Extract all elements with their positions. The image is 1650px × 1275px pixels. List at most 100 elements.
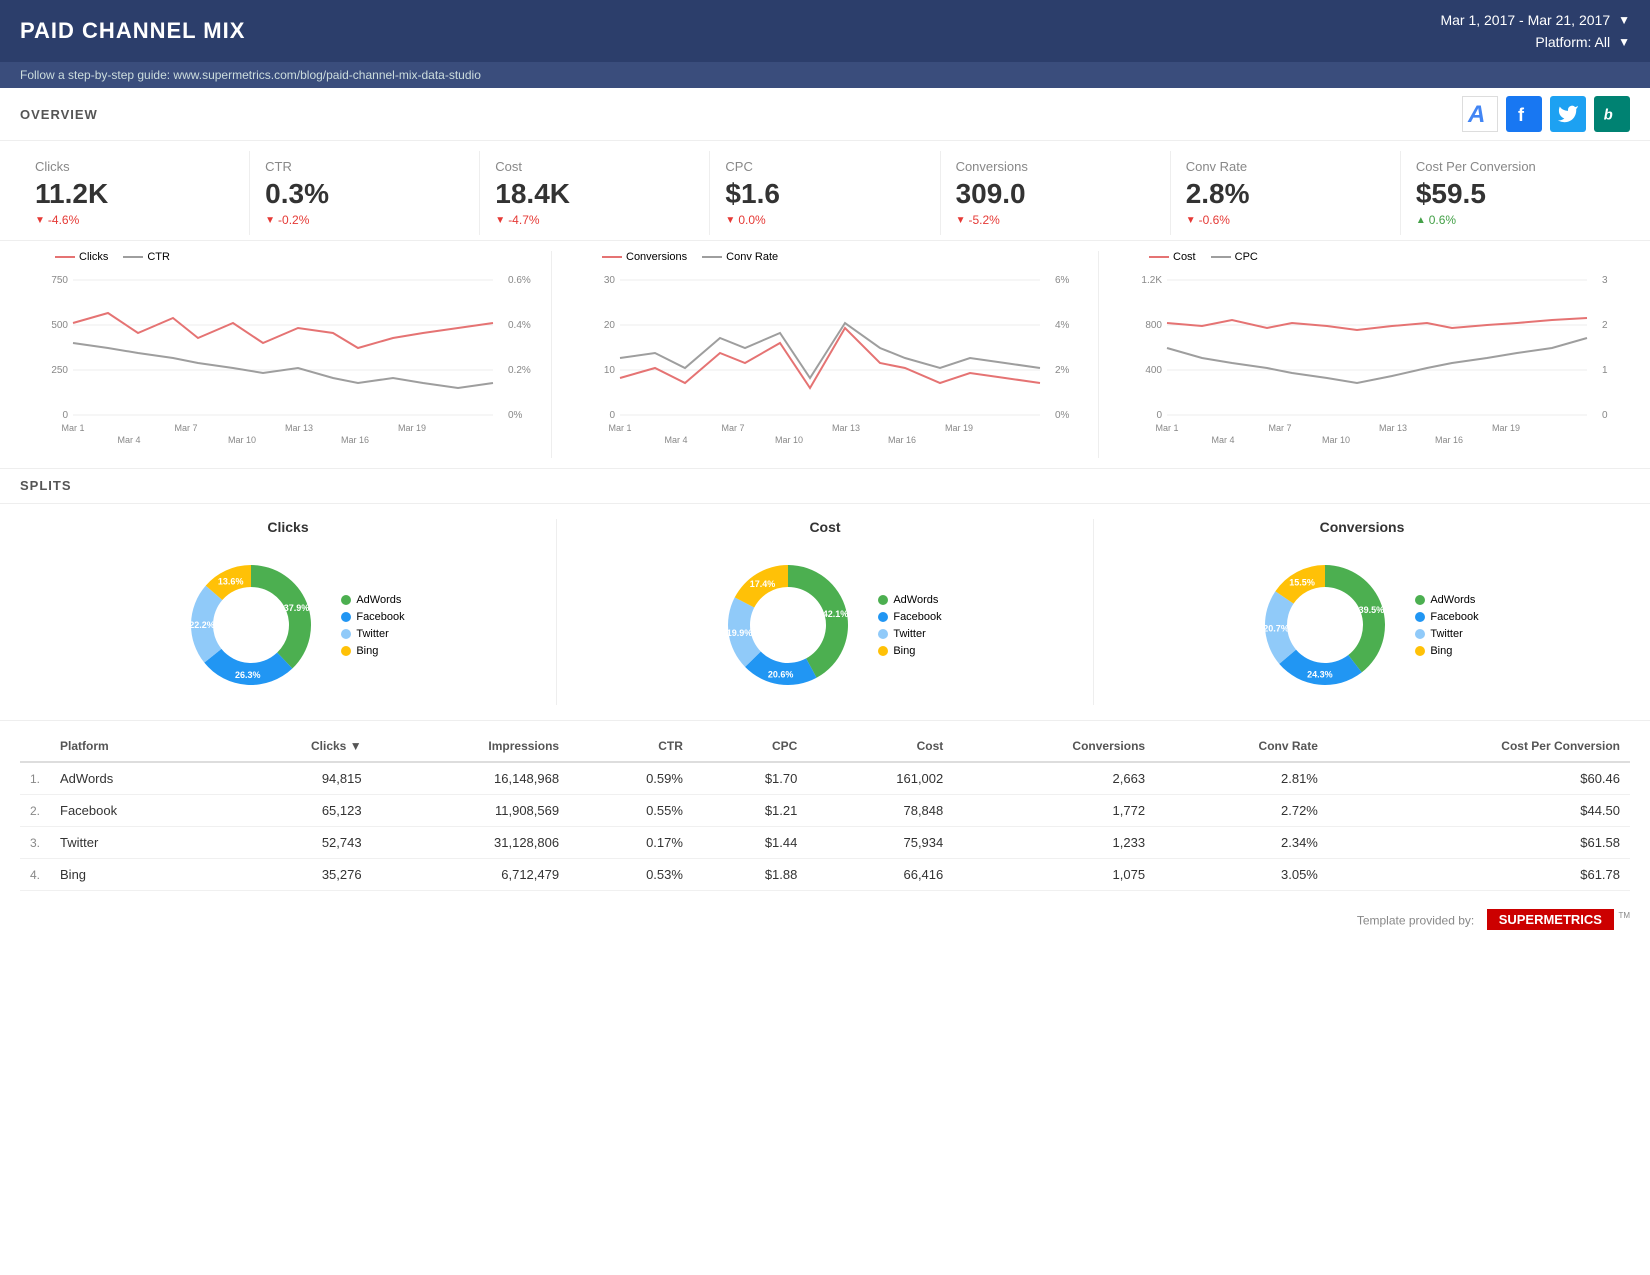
donut-title: Cost [809,519,840,535]
svg-text:Mar 10: Mar 10 [228,435,256,445]
metric-value: 2.8% [1186,178,1385,210]
metric-value: 18.4K [495,178,694,210]
svg-text:Mar 4: Mar 4 [117,435,140,445]
row-impressions: 16,148,968 [372,762,570,795]
svg-text:Mar 16: Mar 16 [341,435,369,445]
metric-item-cost: Cost 18.4K ▼ -4.7% [480,151,710,235]
splits-title: SPLITS [20,478,72,493]
charts-row: Clicks CTR 750 500 250 0 0.6% 0.4% 0.2% … [0,241,1650,469]
overview-title: OVERVIEW [20,107,98,122]
row-cost-per-conv: $61.78 [1328,859,1630,891]
svg-text:0%: 0% [508,410,523,421]
metric-change: ▼ -0.6% [1186,213,1385,227]
svg-text:Mar 10: Mar 10 [775,435,803,445]
row-impressions: 11,908,569 [372,795,570,827]
svg-text:750: 750 [51,275,68,286]
svg-text:4%: 4% [1055,320,1070,331]
date-range: Mar 1, 2017 - Mar 21, 2017 [1440,12,1610,28]
date-dropdown-icon[interactable]: ▼ [1618,13,1630,27]
svg-text:1.2K: 1.2K [1141,275,1162,286]
svg-text:2%: 2% [1055,365,1070,376]
guide-text: Follow a step-by-step guide: www.superme… [20,68,481,82]
svg-text:Mar 1: Mar 1 [608,423,631,433]
chart-conv: Conversions Conv Rate 30 20 10 0 6% 4% 2… [552,251,1099,458]
metric-value: $59.5 [1416,178,1615,210]
svg-text:Mar 1: Mar 1 [61,423,84,433]
metric-item-ctr: CTR 0.3% ▼ -0.2% [250,151,480,235]
svg-text:b: b [1604,108,1613,124]
bing-icon: b [1594,96,1630,132]
facebook-icon: f [1506,96,1542,132]
svg-text:0.2%: 0.2% [508,365,531,376]
svg-text:30: 30 [604,275,616,286]
svg-text:Mar 13: Mar 13 [832,423,860,433]
svg-text:15.5%: 15.5% [1290,578,1316,588]
table-row: 3. Twitter 52,743 31,128,806 0.17% $1.44… [20,827,1630,859]
row-cpc: $1.70 [693,762,807,795]
metric-label: Conv Rate [1186,159,1385,174]
svg-text:6%: 6% [1055,275,1070,286]
legend-item: Facebook [341,611,404,623]
row-cost: 161,002 [807,762,953,795]
donut-svg: 42.1%20.6%19.9%17.4% [708,545,868,705]
row-num: 3. [20,827,50,859]
metric-item-conv-rate: Conv Rate 2.8% ▼ -0.6% [1171,151,1401,235]
legend-item: Bing [341,645,404,657]
donut-legend: AdWordsFacebookTwitterBing [1415,594,1478,657]
footer: Template provided by: SUPERMETRICS TM [0,901,1650,939]
metric-label: Conversions [956,159,1155,174]
platform-dropdown-icon[interactable]: ▼ [1618,35,1630,49]
metric-item-clicks: Clicks 11.2K ▼ -4.6% [20,151,250,235]
table-row: 4. Bing 35,276 6,712,479 0.53% $1.88 66,… [20,859,1630,891]
svg-text:f: f [1518,105,1525,125]
legend-item: Twitter [341,628,404,640]
donut-container-cost: Cost 42.1%20.6%19.9%17.4%AdWordsFacebookT… [557,519,1094,705]
svg-text:0.4%: 0.4% [508,320,531,331]
supermetrics-logo: SUPERMETRICS [1487,909,1614,930]
platform-filter: Platform: All [1535,34,1610,50]
row-cost: 66,416 [807,859,953,891]
svg-text:0: 0 [1156,410,1162,421]
metric-label: Cost Per Conversion [1416,159,1615,174]
svg-text:Mar 19: Mar 19 [1492,423,1520,433]
metric-item-cpc: CPC $1.6 ▼ 0.0% [710,151,940,235]
header-title: PAID CHANNEL MIX [20,18,245,44]
legend-item: Facebook [878,611,941,623]
col-impressions: Impressions [372,731,570,762]
row-cost-per-conv: $60.46 [1328,762,1630,795]
chart-svg-1: 750 500 250 0 0.6% 0.4% 0.2% 0% Mar 1 [20,268,536,453]
donut-with-legend: 42.1%20.6%19.9%17.4%AdWordsFacebookTwitt… [708,545,941,705]
row-clicks: 35,276 [218,859,372,891]
donut-legend: AdWordsFacebookTwitterBing [878,594,941,657]
platform-table: Platform Clicks ▼ Impressions CTR CPC Co… [20,731,1630,891]
metric-value: 11.2K [35,178,234,210]
svg-text:10: 10 [604,365,616,376]
svg-text:26.3%: 26.3% [235,670,261,680]
legend-item: Facebook [1415,611,1478,623]
row-num: 2. [20,795,50,827]
metric-label: Clicks [35,159,234,174]
legend-cost: Cost [1149,251,1196,263]
svg-text:Mar 16: Mar 16 [888,435,916,445]
header: PAID CHANNEL MIX Mar 1, 2017 - Mar 21, 2… [0,0,1650,62]
legend-clicks: Clicks [55,251,108,263]
legend-ctr: CTR [123,251,170,263]
footer-template-text: Template provided by: [1357,913,1474,927]
metric-change: ▼ -5.2% [956,213,1155,227]
svg-text:Mar 7: Mar 7 [174,423,197,433]
row-cpc: $1.44 [693,827,807,859]
col-conv-rate: Conv Rate [1155,731,1328,762]
table-row: 1. AdWords 94,815 16,148,968 0.59% $1.70… [20,762,1630,795]
row-cost-per-conv: $44.50 [1328,795,1630,827]
svg-text:Mar 7: Mar 7 [1268,423,1291,433]
svg-text:20.6%: 20.6% [768,669,794,679]
donut-svg: 39.5%24.3%20.7%15.5% [1245,545,1405,705]
row-cpc: $1.21 [693,795,807,827]
svg-text:22.2%: 22.2% [190,620,216,630]
svg-text:Mar 1: Mar 1 [1155,423,1178,433]
col-clicks[interactable]: Clicks ▼ [218,731,372,762]
col-ctr: CTR [569,731,693,762]
metric-change: ▼ -4.7% [495,213,694,227]
legend-item: Twitter [878,628,941,640]
col-platform: Platform [50,731,218,762]
